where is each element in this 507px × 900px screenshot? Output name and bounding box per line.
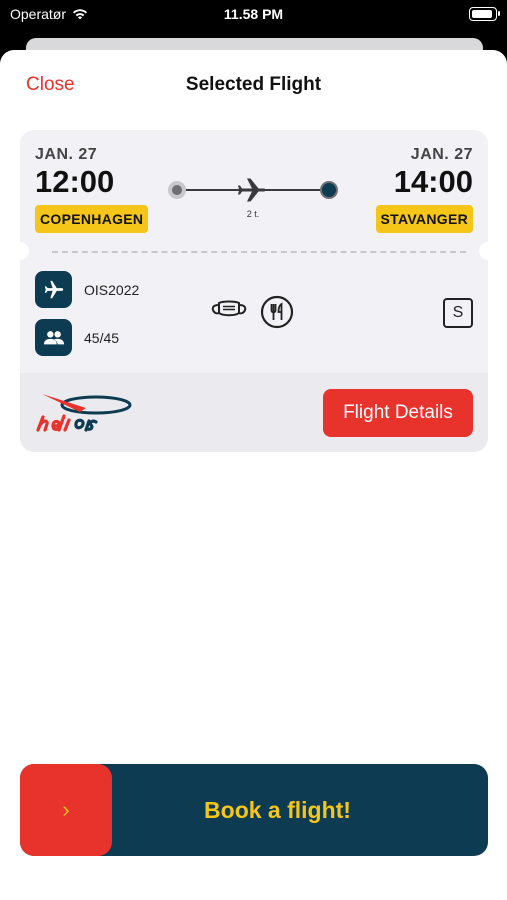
slide-handle[interactable]: ›: [20, 764, 112, 856]
status-time: 11.58 PM: [223, 6, 284, 22]
seats-row: 45/45: [35, 319, 119, 356]
ticket-route-section: JAN. 27 12:00 COPENHAGEN 2 t. JAN. 27 14…: [20, 130, 488, 238]
route-line: 2 t.: [168, 176, 338, 219]
page-title: Selected Flight: [185, 74, 322, 95]
flight-sheet: Close Selected Flight JAN. 27 12:00 COPE…: [0, 50, 507, 900]
flight-duration: 2 t.: [246, 209, 260, 219]
restaurant-icon: [260, 295, 294, 329]
departure-city: COPENHAGEN: [35, 205, 149, 233]
ticket-perforation: [11, 238, 497, 265]
book-flight-slider[interactable]: › Book a flight!: [20, 764, 488, 856]
mask-icon: [211, 300, 247, 317]
arrival-city: STAVANGER: [375, 205, 473, 233]
departure-time: 12:00: [35, 164, 115, 199]
passengers-icon: [35, 319, 72, 356]
book-flight-label: Book a flight!: [204, 797, 351, 823]
departure-date: JAN. 27: [35, 146, 98, 163]
ticket-footer: Flight Details: [20, 373, 488, 452]
status-bar: Operatør 11.58 PM: [0, 0, 507, 30]
arrival-time: 14:00: [393, 164, 473, 199]
flight-number: OIS2022: [84, 281, 140, 298]
seat-availability: 45/45: [84, 329, 120, 346]
ticket-info-section: OIS2022 45/45 S: [20, 265, 488, 373]
arrival-date: JAN. 27: [410, 146, 473, 163]
flight-details-button[interactable]: Flight Details: [323, 389, 473, 437]
airplane-icon: [238, 178, 266, 202]
airplane-badge-icon: [35, 271, 72, 308]
flight-number-row: OIS2022: [35, 271, 139, 308]
flight-ticket[interactable]: JAN. 27 12:00 COPENHAGEN 2 t. JAN. 27 14…: [11, 130, 497, 452]
battery-icon: [469, 7, 500, 21]
origin-dot-icon: [168, 181, 186, 199]
seat-class-badge: S: [443, 298, 473, 328]
heliois-logo: [36, 394, 132, 432]
destination-dot-icon: [320, 181, 338, 199]
chevron-right-icon: ›: [62, 797, 70, 822]
